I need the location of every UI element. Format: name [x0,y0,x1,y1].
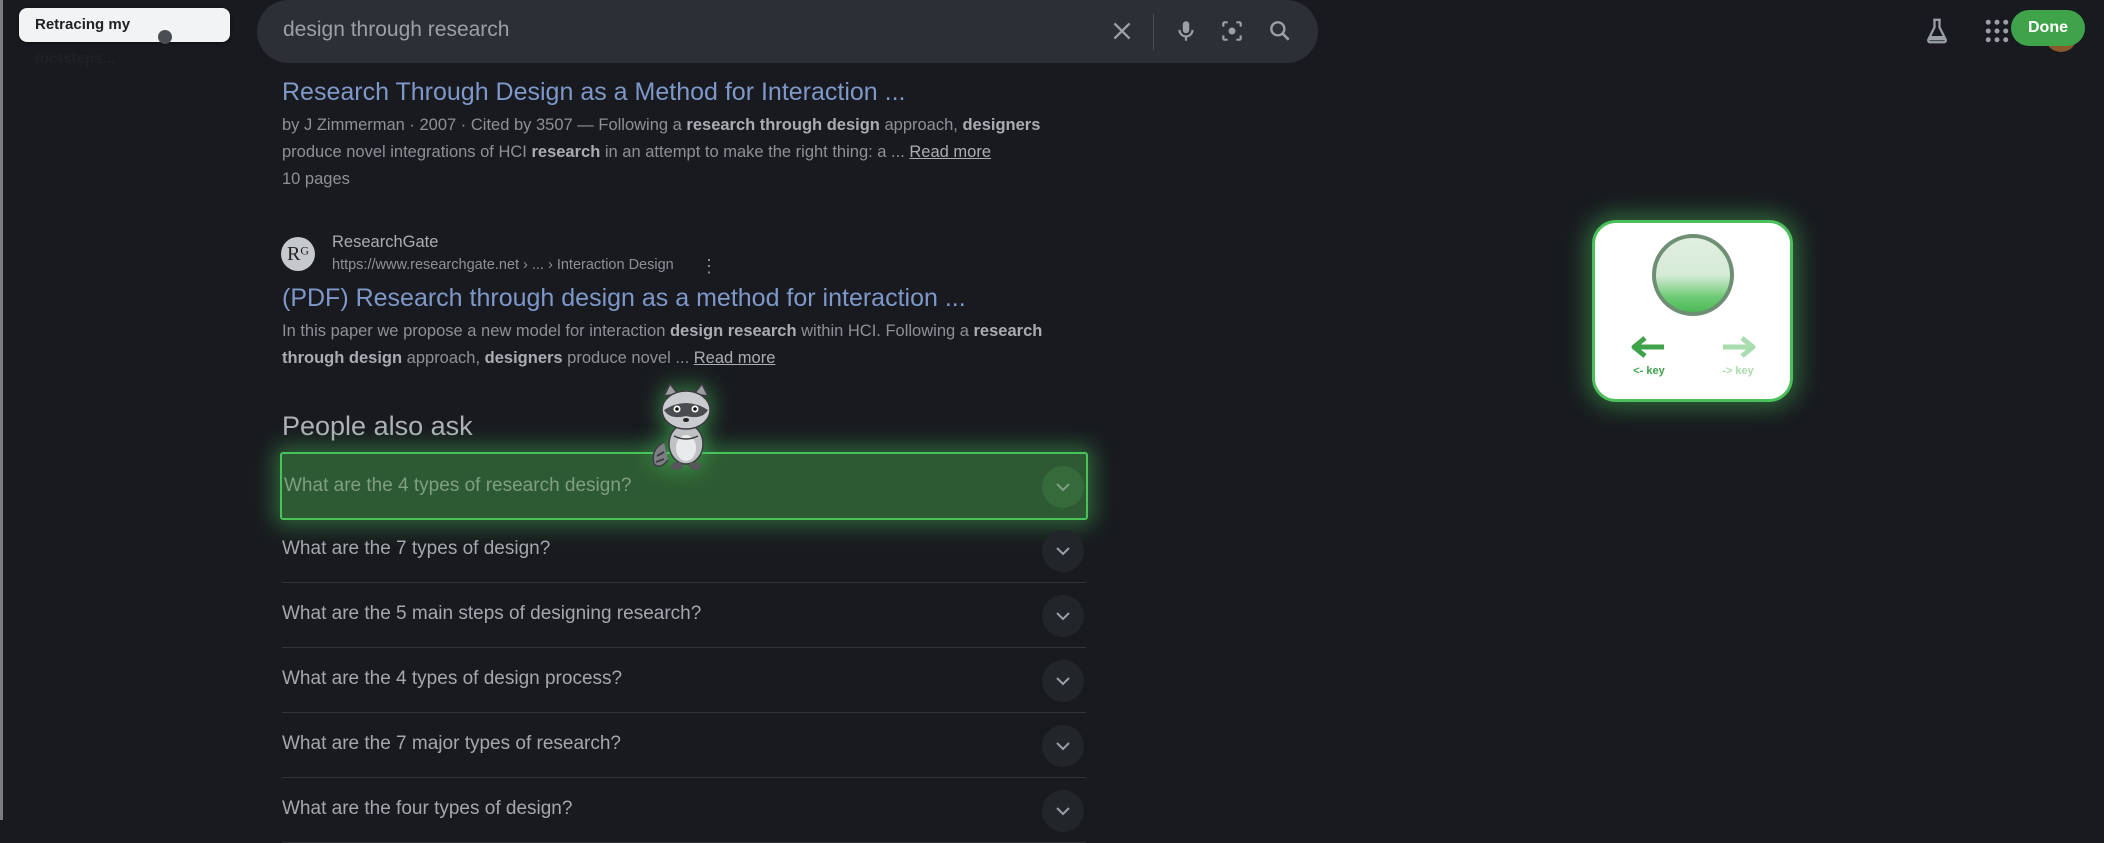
chevron-down-icon[interactable] [1042,466,1084,508]
snippet-text: within HCI. Following a [796,322,974,340]
raccoon-mascot-icon [648,380,724,472]
result-snippet: by J Zimmerman · 2007 · Cited by 3507 — … [282,112,1040,139]
apps-grid-icon[interactable] [1982,16,2012,46]
flask-icon[interactable] [1922,16,1952,46]
site-name[interactable]: ResearchGate [332,233,438,252]
people-also-ask-heading: People also ask [282,411,473,441]
microphone-icon[interactable] [1173,18,1199,44]
read-more-link[interactable]: Read more [909,143,991,161]
paa-question-row[interactable]: What are the 5 main steps of designing r… [282,583,1086,648]
result-snippet: through design approach, designers produ… [282,345,775,372]
search-input[interactable]: design through research [283,18,509,42]
paa-question-row[interactable]: What are the 7 types of design? [282,518,1086,583]
paa-question-row[interactable]: What are the 7 major types of research? [282,713,1086,778]
result-title[interactable]: (PDF) Research through design as a metho… [282,284,966,313]
paa-question: What are the 4 types of design process? [282,668,623,689]
search-icon[interactable] [1267,18,1293,44]
snippet-bold: research through design [686,116,880,134]
paa-question: What are the 5 main steps of designing r… [282,603,702,624]
result-title[interactable]: Research Through Design as a Method for … [282,78,906,107]
forward-key-label: -> key [1722,365,1754,377]
search-divider [1153,14,1154,50]
result-snippet: In this paper we propose a new model for… [282,318,1042,345]
close-icon[interactable] [1109,18,1135,44]
snippet-text: by J Zimmerman · 2007 · Cited by 3507 — … [282,116,687,134]
result-pages: 10 pages [282,170,350,188]
chevron-down-icon[interactable] [1042,725,1084,767]
snippet-text: in an attempt to make the right thing: a… [600,143,910,161]
chevron-down-icon[interactable] [1042,790,1084,832]
search-bar[interactable]: design through research [257,0,1318,63]
paa-question: What are the 7 types of design? [282,538,551,559]
chevron-down-icon[interactable] [1042,595,1084,637]
result-snippet: produce novel integrations of HCI resear… [282,139,991,166]
snippet-bold: research [531,143,601,161]
site-url[interactable]: https://www.researchgate.net › ... › Int… [332,257,674,273]
done-button[interactable]: Done [2011,10,2085,46]
snippet-text: In this paper we propose a new model for… [282,322,670,340]
snippet-bold: designers [962,116,1041,134]
more-options-icon[interactable]: ⋮ [700,256,718,277]
window-edge [0,0,3,820]
snippet-bold: design research [669,322,797,340]
snippet-bold: research [973,322,1043,340]
snippet-text: approach, [402,349,485,367]
snippet-text: produce novel ... [562,349,694,367]
paa-question: What are the four types of design? [282,798,573,819]
arrow-right-icon[interactable] [1720,335,1756,359]
chevron-down-icon[interactable] [1042,660,1084,702]
snippet-text: produce novel integrations of HCI [282,143,532,161]
hidden-logo-dot [158,30,172,44]
paa-question-row[interactable]: What are the four types of design? [282,778,1086,843]
back-key-label: <- key [1633,365,1665,377]
snippet-bold: designers [484,349,563,367]
researchgate-favicon: Rᴳ [281,237,315,271]
lens-icon[interactable] [1219,18,1245,44]
paa-question: What are the 4 types of research design? [284,475,632,496]
chevron-down-icon[interactable] [1042,530,1084,572]
footstep-navigation-widget: <- key -> key [1592,220,1793,402]
read-more-link[interactable]: Read more [694,349,776,367]
arrow-left-icon[interactable] [1631,335,1667,359]
status-orb [1652,234,1734,316]
paa-question-row[interactable]: What are the 4 types of design process? [282,648,1086,713]
snippet-text: approach, [879,116,963,134]
snippet-bold: through design [282,349,403,367]
paa-question: What are the 7 major types of research? [282,733,621,754]
retracing-status-pill: Retracing my footsteps... [19,8,230,67]
